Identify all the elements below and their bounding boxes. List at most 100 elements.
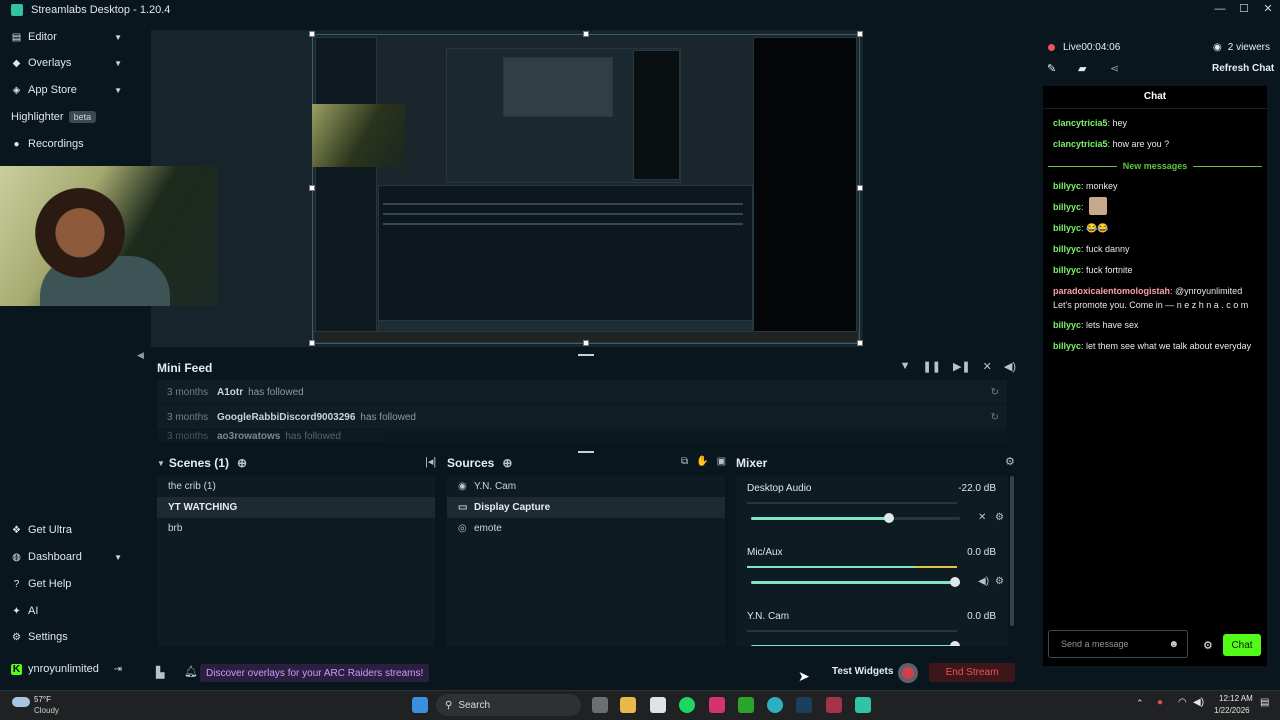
gear-icon[interactable]: ⚙ [995,576,1004,587]
chevron-down-icon[interactable]: ▼ [157,459,165,468]
resize-handle[interactable] [309,340,315,346]
source-item[interactable]: ◉ Y.N. Cam [447,476,725,497]
chat-username[interactable]: billyyc [1053,202,1081,212]
wifi-icon[interactable]: ◠ [1178,697,1187,708]
add-scene-icon[interactable]: ⊕ [237,456,247,470]
chat-input[interactable]: Send a message ☻ [1048,630,1188,658]
refresh-chat-button[interactable]: Refresh Chat [1212,63,1274,74]
record-button[interactable] [898,663,918,683]
gear-icon[interactable]: ⚙ [1203,639,1213,652]
xbox-icon[interactable] [738,697,754,713]
sidebar-item-ai[interactable]: ✦ AI [0,598,133,624]
sidebar-item-editor[interactable]: ▤ Editor ▼ [0,24,133,50]
resize-handle[interactable] [857,31,863,37]
sidebar-item-get-ultra[interactable]: ❖ Get Ultra [0,517,133,543]
task-view-icon[interactable] [592,697,608,713]
volume-icon[interactable]: ◀) [1004,360,1016,373]
weather-temp[interactable]: 57°F [34,695,51,704]
file-explorer-icon[interactable] [620,697,636,713]
slider-knob[interactable] [883,513,894,523]
chat-username[interactable]: billyyc [1053,244,1081,254]
spotify-icon[interactable] [679,697,695,713]
volume-slider[interactable] [751,641,960,646]
game-app-icon[interactable] [826,697,842,713]
display-capture-preview[interactable] [312,34,860,344]
chat-username[interactable]: clancytricia5 [1053,118,1108,128]
resize-handle[interactable] [583,31,589,37]
chat-username[interactable]: billyyc [1053,265,1081,275]
windows-start-icon[interactable] [412,697,428,713]
speaker-icon[interactable]: ◀) [1193,697,1204,708]
scene-transitions-icon[interactable]: |◂| [425,455,436,468]
replay-icon[interactable]: ↻ [991,412,999,423]
sidebar-item-get-help[interactable]: ? Get Help [0,571,133,597]
source-item[interactable]: ◎ emote [447,518,725,539]
scene-item[interactable]: YT WATCHING [157,497,435,518]
pause-icon[interactable]: ❚❚ [923,360,941,373]
mute-icon[interactable]: ✕ [978,512,986,523]
streamlabs-taskbar-icon[interactable] [855,697,871,713]
collapse-sidebar-icon[interactable]: ◀ [137,350,144,361]
chat-username[interactable]: billyyc [1053,223,1081,233]
weather-text[interactable]: Cloudy [34,706,59,715]
sidebar-item-overlays[interactable]: ◆ Overlays ▼ [0,50,133,76]
volume-slider[interactable] [751,577,960,587]
clip-icon[interactable]: ▰ [1078,62,1086,75]
clock-time[interactable]: 12:12 AM [1219,694,1253,703]
sidebar-item-settings[interactable]: ⚙ Settings [0,624,133,650]
chat-username[interactable]: billyyc [1053,320,1081,330]
account-item[interactable]: K ynroyunlimited ⇥ [0,656,133,682]
resize-handle[interactable] [857,340,863,346]
microphone-icon[interactable]: ● [1157,697,1163,708]
tray-chevron-icon[interactable]: ⌃ [1136,698,1144,709]
clock-date[interactable]: 1/22/2026 [1214,706,1250,715]
folder-add-icon[interactable]: ▣ [717,456,726,467]
visibility-icon[interactable]: ✋ [696,456,708,467]
resize-handle[interactable] [309,185,315,191]
logout-icon[interactable]: ⇥ [114,664,122,675]
edge-icon[interactable] [767,697,783,713]
store-app-icon[interactable] [650,697,666,713]
test-widgets-button[interactable]: Test Widgets [832,666,893,677]
share-icon[interactable]: ⋖ [1110,62,1119,75]
maximize-icon[interactable]: ☐ [1232,0,1256,20]
promo-banner[interactable]: Discover overlays for your ARC Raiders s… [200,664,430,682]
volume-slider[interactable] [751,513,960,523]
source-item[interactable]: ▭ Display Capture [447,497,725,518]
scene-item[interactable]: brb [157,518,435,539]
resize-handle[interactable] [857,185,863,191]
chat-username[interactable]: billyyc [1053,181,1081,191]
instagram-icon[interactable] [709,697,725,713]
sidebar-item-dashboard[interactable]: ◍ Dashboard ▼ [0,544,133,570]
taskbar-search[interactable]: ⚲ Search [436,694,581,716]
sidebar-item-recordings[interactable]: ● Recordings [0,131,133,157]
scene-item[interactable]: the crib (1) [157,476,435,497]
copy-icon[interactable]: ⧉ [681,456,688,467]
end-stream-button[interactable]: End Stream [929,663,1015,682]
drag-handle[interactable] [578,451,594,453]
chat-username[interactable]: billyyc [1053,341,1081,351]
slider-knob[interactable] [950,641,960,646]
resize-handle[interactable] [583,340,589,346]
slider-knob[interactable] [950,577,960,587]
chat-send-button[interactable]: Chat [1223,634,1261,656]
chat-username[interactable]: clancytricia5 [1053,139,1108,149]
notification-center-icon[interactable]: ▤ [1260,697,1269,708]
add-source-icon[interactable]: ⊕ [502,456,512,470]
stats-icon[interactable]: ▙ [156,666,164,679]
steam-icon[interactable] [796,697,812,713]
resize-handle[interactable] [309,31,315,37]
webcam-source[interactable] [0,166,217,306]
minimize-icon[interactable]: — [1208,0,1232,20]
emoji-icon[interactable]: ☻ [1168,639,1179,650]
volume-icon[interactable]: ◀) [978,576,989,587]
close-icon[interactable]: ✕ [1256,0,1280,20]
sidebar-item-app-store[interactable]: ◈ App Store ▼ [0,77,133,103]
gear-icon[interactable]: ⚙ [1005,455,1015,468]
replay-icon[interactable]: ↻ [991,387,999,398]
skip-icon[interactable]: ▶❚ [953,360,971,373]
edit-icon[interactable]: ✎ [1047,62,1056,75]
notification-icon[interactable]: 🔔︎ [184,665,198,678]
chat-username[interactable]: paradoxicalentomologistah [1053,286,1170,296]
gear-icon[interactable]: ⚙ [995,512,1004,523]
